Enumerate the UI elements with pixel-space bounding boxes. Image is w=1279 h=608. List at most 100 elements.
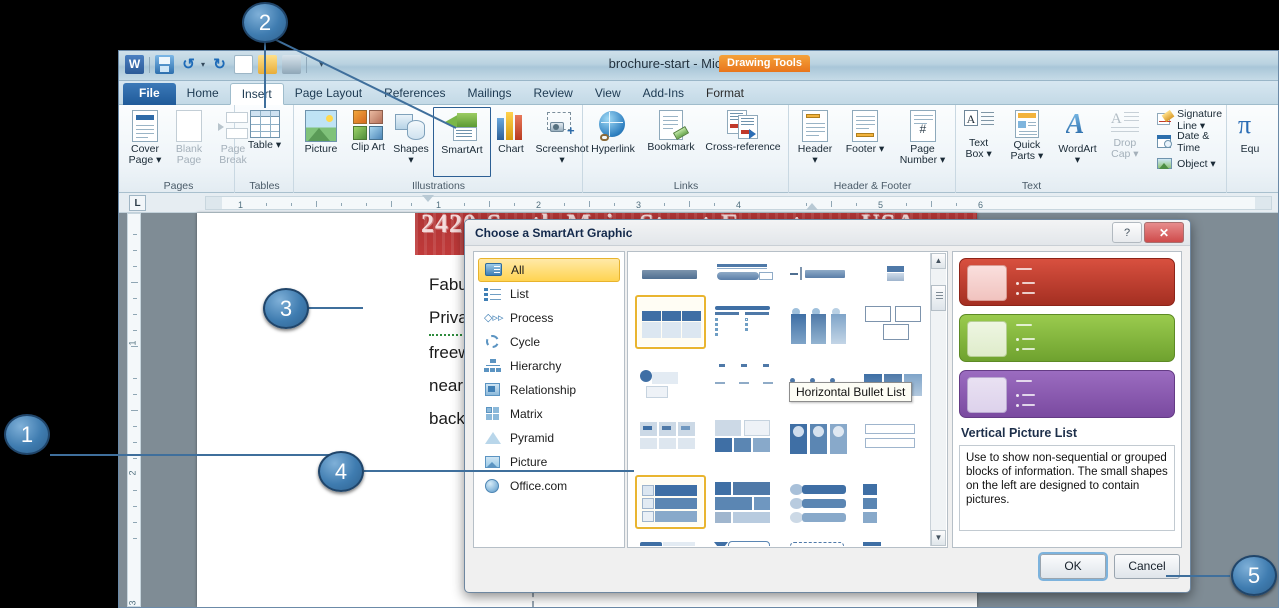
table-label: Table ▾ bbox=[248, 140, 281, 151]
category-matrix[interactable]: Matrix bbox=[478, 402, 620, 426]
category-hierarchy[interactable]: Hierarchy bbox=[478, 354, 620, 378]
drop-cap-button[interactable]: A Drop Cap ▾ bbox=[1102, 107, 1149, 177]
tab-home[interactable]: Home bbox=[176, 83, 230, 105]
category-list-panel[interactable]: All List ◇▹▹ Process bbox=[473, 251, 625, 548]
ruler-mark-6: 6 bbox=[978, 200, 983, 210]
group-label-illustrations: Illustrations bbox=[295, 180, 582, 192]
chart-button[interactable]: Chart bbox=[491, 107, 531, 177]
screenshot-icon: + bbox=[545, 110, 579, 142]
object-icon bbox=[1157, 156, 1173, 172]
gallery-item[interactable] bbox=[860, 415, 930, 469]
dialog-body: All List ◇▹▹ Process bbox=[473, 251, 1182, 548]
blank-page-button[interactable]: Blank Page bbox=[167, 107, 211, 177]
date-time-button[interactable]: Date & Time bbox=[1154, 131, 1226, 153]
footer-button[interactable]: Footer ▾ bbox=[840, 107, 890, 177]
gallery-item[interactable] bbox=[785, 253, 856, 289]
text-box-icon: A bbox=[964, 110, 994, 136]
gallery-item[interactable] bbox=[710, 253, 781, 289]
all-smartart-icon bbox=[485, 262, 503, 278]
footer-label: Footer ▾ bbox=[846, 144, 885, 155]
help-button[interactable]: ? bbox=[1112, 222, 1142, 243]
category-process[interactable]: ◇▹▹ Process bbox=[478, 306, 620, 330]
gallery-item[interactable] bbox=[710, 355, 781, 409]
header-button[interactable]: Header ▾ bbox=[790, 107, 840, 177]
tab-view[interactable]: View bbox=[584, 83, 632, 105]
gallery-item-vertical-picture-list[interactable] bbox=[635, 475, 706, 529]
pyramid-icon bbox=[484, 430, 502, 446]
gallery-item[interactable] bbox=[635, 253, 706, 289]
tab-stop-selector[interactable]: L bbox=[129, 195, 146, 211]
dialog-title: Choose a SmartArt Graphic bbox=[475, 226, 632, 240]
gallery-item[interactable] bbox=[710, 415, 781, 469]
gallery-item[interactable] bbox=[710, 475, 781, 529]
wordart-button[interactable]: A WordArt ▾ bbox=[1054, 107, 1102, 177]
callout-2: 2 bbox=[242, 2, 288, 43]
close-icon[interactable]: ✕ bbox=[1144, 222, 1184, 243]
gallery-item[interactable] bbox=[785, 295, 856, 349]
tab-file[interactable]: File bbox=[123, 83, 176, 105]
gallery-item[interactable] bbox=[860, 253, 930, 289]
cover-page-button[interactable]: Cover Page ▾ bbox=[123, 107, 167, 177]
group-label-links: Links bbox=[584, 180, 788, 192]
horizontal-ruler-bar: L 1 1 2 3 4 5 6 bbox=[119, 193, 1278, 213]
gallery-item[interactable] bbox=[635, 355, 706, 409]
category-list[interactable]: List bbox=[478, 282, 620, 306]
ruler-mark-1a: 1 bbox=[238, 200, 243, 210]
object-button[interactable]: Object ▾ bbox=[1154, 153, 1226, 175]
category-cycle[interactable]: Cycle bbox=[478, 330, 620, 354]
gallery-item[interactable] bbox=[710, 535, 781, 546]
smartart-gallery-panel[interactable]: Horizontal Bullet List ▲ ▼ bbox=[627, 251, 948, 548]
gallery-item[interactable] bbox=[860, 535, 930, 546]
indent-marker-right[interactable] bbox=[806, 203, 818, 210]
bookmark-label: Bookmark bbox=[647, 142, 694, 153]
cover-page-icon bbox=[132, 110, 158, 142]
ok-button[interactable]: OK bbox=[1040, 554, 1106, 579]
category-list-label: List bbox=[510, 287, 529, 301]
callout-3-leader bbox=[308, 307, 363, 309]
equation-button[interactable]: π Equ bbox=[1228, 107, 1272, 177]
category-pyramid[interactable]: Pyramid bbox=[478, 426, 620, 450]
category-office-com[interactable]: Office.com bbox=[478, 474, 620, 498]
scrollbar-thumb[interactable] bbox=[931, 285, 946, 311]
gallery-item[interactable] bbox=[860, 475, 930, 529]
page-number-button[interactable]: # Page Number ▾ bbox=[890, 107, 955, 177]
gallery-item[interactable] bbox=[635, 415, 706, 469]
bookmark-icon bbox=[659, 110, 683, 140]
gallery-tooltip: Horizontal Bullet List bbox=[789, 382, 912, 402]
group-label-tables: Tables bbox=[236, 180, 293, 192]
category-all-label: All bbox=[511, 263, 524, 277]
indent-marker[interactable] bbox=[422, 195, 434, 202]
gallery-item[interactable] bbox=[785, 415, 856, 469]
gallery-item[interactable] bbox=[785, 475, 856, 529]
gallery-item-selected[interactable] bbox=[635, 295, 706, 349]
tab-review[interactable]: Review bbox=[522, 83, 583, 105]
wordart-icon: A bbox=[1062, 110, 1094, 142]
gallery-scrollbar[interactable]: ▲ ▼ bbox=[930, 253, 946, 546]
cross-reference-button[interactable]: Cross-reference bbox=[700, 107, 786, 177]
scroll-down-icon[interactable]: ▼ bbox=[931, 530, 946, 546]
hyperlink-icon bbox=[597, 110, 629, 142]
equation-icon: π bbox=[1234, 110, 1266, 142]
gallery-item[interactable] bbox=[860, 295, 930, 349]
choose-smartart-graphic-dialog[interactable]: Choose a SmartArt Graphic ? ✕ All bbox=[464, 219, 1191, 593]
quick-parts-button[interactable]: Quick Parts ▾ bbox=[1000, 107, 1053, 177]
horizontal-ruler[interactable]: 1 1 2 3 4 5 6 bbox=[205, 196, 1272, 210]
tab-add-ins[interactable]: Add-Ins bbox=[632, 83, 695, 105]
category-all[interactable]: All bbox=[478, 258, 620, 282]
drop-cap-icon: A bbox=[1110, 110, 1140, 136]
vertical-ruler[interactable]: 1 2 3 bbox=[127, 213, 141, 607]
category-relationship[interactable]: Relationship bbox=[478, 378, 620, 402]
gallery-scroll-area[interactable]: Horizontal Bullet List bbox=[629, 253, 930, 546]
gallery-item[interactable] bbox=[785, 535, 856, 546]
ribbon-group-text: A Text Box ▾ Quick Parts ▾ bbox=[957, 105, 1227, 193]
hyperlink-button[interactable]: Hyperlink bbox=[584, 107, 642, 177]
signature-line-button[interactable]: Signature Line ▾ bbox=[1154, 109, 1226, 131]
text-box-button[interactable]: A Text Box ▾ bbox=[957, 107, 1000, 177]
category-pyramid-label: Pyramid bbox=[510, 431, 554, 445]
ruler-mark-3: 3 bbox=[636, 200, 641, 210]
gallery-item[interactable] bbox=[710, 295, 781, 349]
bookmark-button[interactable]: Bookmark bbox=[642, 107, 700, 177]
gallery-item[interactable] bbox=[635, 535, 706, 546]
scroll-up-icon[interactable]: ▲ bbox=[931, 253, 946, 269]
tab-format[interactable]: Format bbox=[695, 83, 755, 105]
